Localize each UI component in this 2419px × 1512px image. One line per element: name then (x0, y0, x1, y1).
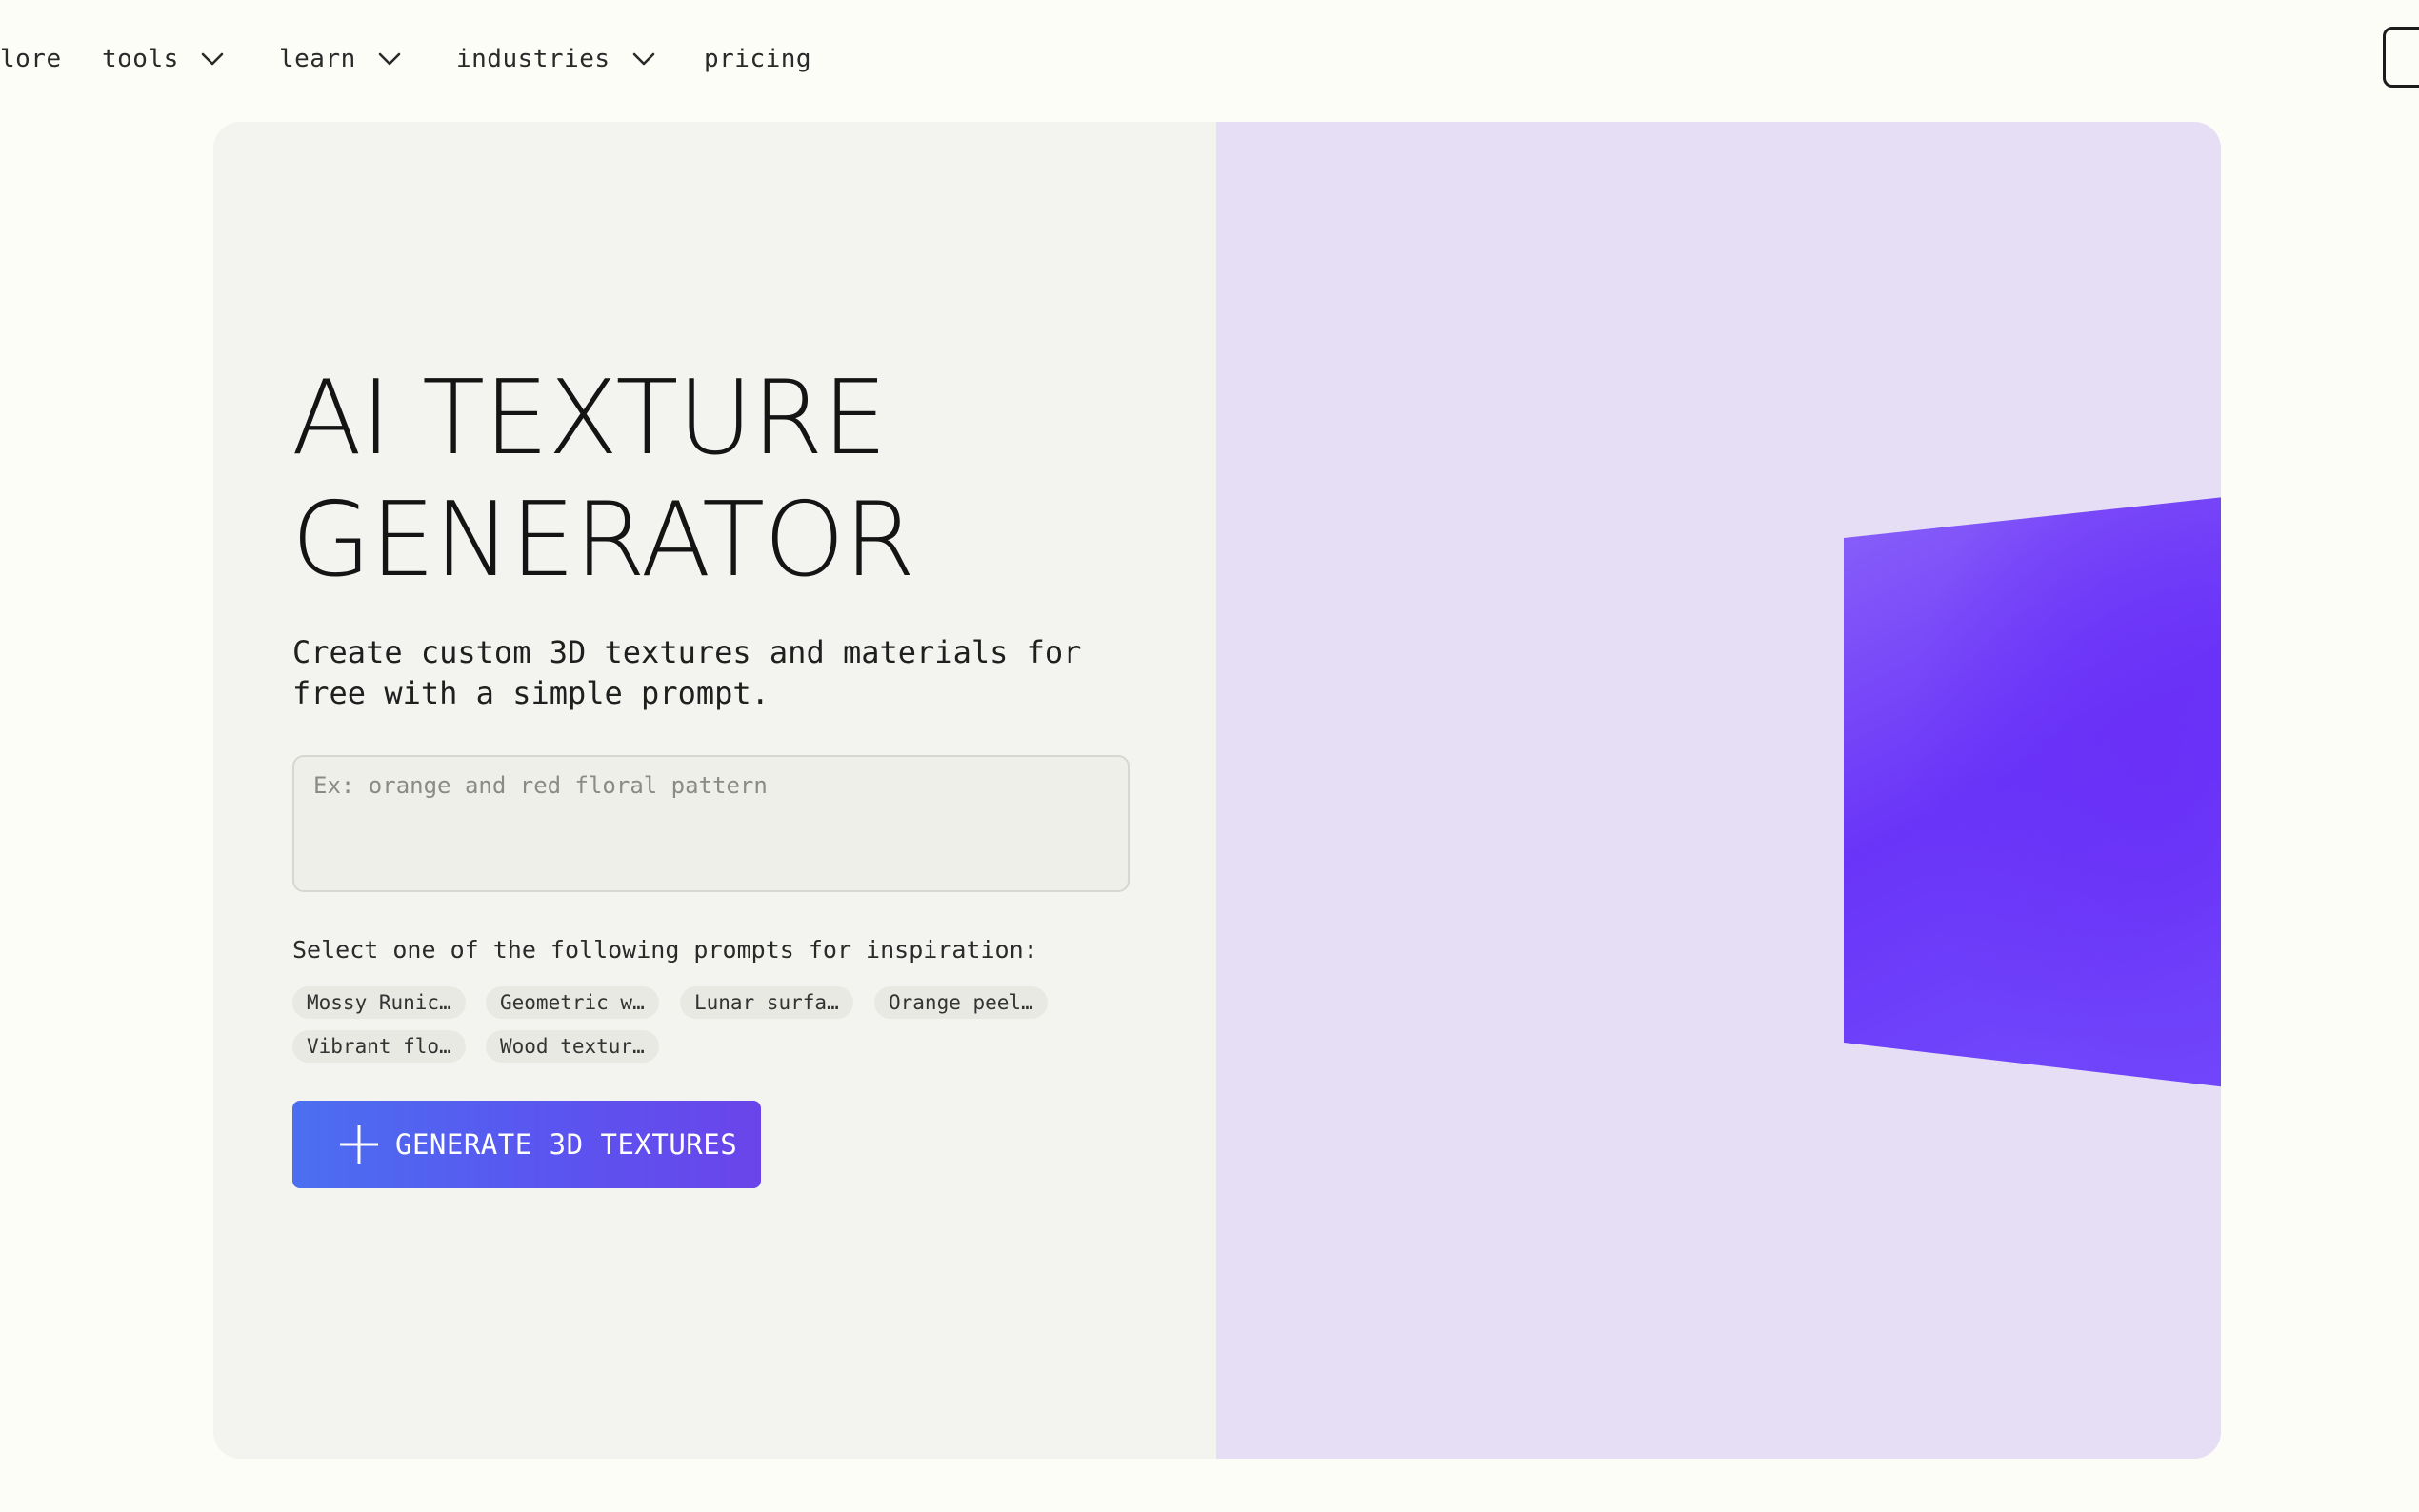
nav-item-label: pricing (704, 45, 812, 73)
prompt-input[interactable] (292, 755, 1130, 892)
hero-card: AI TEXTURE GENERATOR Create custom 3D te… (213, 122, 2221, 1459)
chevron-down-icon (632, 52, 654, 66)
nav-item-learn[interactable]: learn (279, 40, 402, 78)
nav-item-label: lore (0, 45, 62, 73)
prompt-chip[interactable]: Geometric w… (486, 986, 659, 1019)
nav-item-label: industries (456, 45, 610, 73)
nav-item-label: tools (102, 45, 179, 73)
prompt-chip[interactable]: Vibrant flo… (292, 1030, 466, 1063)
nav-item-pricing[interactable]: pricing (704, 40, 811, 78)
plus-icon (340, 1125, 378, 1164)
cube-front-shading (1844, 497, 2221, 1087)
prompt-chip[interactable]: Lunar surfa… (680, 986, 853, 1019)
inspiration-label: Select one of the following prompts for … (292, 936, 1038, 964)
top-navigation: lore tools learn industries pricing (0, 0, 2419, 118)
title-line-1: AI TEXTURE (291, 359, 888, 478)
cube-preview[interactable] (1216, 122, 2221, 1459)
chevron-down-icon (378, 52, 401, 66)
title-line-2: GENERATOR (291, 481, 915, 600)
generate-3d-textures-button[interactable]: GENERATE 3D TEXTURES (292, 1101, 761, 1188)
nav-item-explore[interactable]: lore (0, 40, 62, 78)
prompt-chip[interactable]: Wood textur… (486, 1030, 659, 1063)
texture-preview-panel[interactable] (1216, 122, 2221, 1459)
hero-subtitle: Create custom 3D textures and materials … (292, 634, 1082, 711)
nav-item-label: learn (279, 45, 356, 73)
chevron-down-icon (201, 52, 224, 66)
page-title: AI TEXTURE GENERATOR (291, 358, 915, 602)
generate-button-label: GENERATE 3D TEXTURES (395, 1128, 738, 1161)
prompt-chip[interactable]: Orange peel… (874, 986, 1048, 1019)
header-action-button[interactable] (2383, 27, 2419, 88)
hero-left-panel: AI TEXTURE GENERATOR Create custom 3D te… (213, 122, 1216, 1459)
nav-item-tools[interactable]: tools (102, 40, 225, 78)
nav-item-industries[interactable]: industries (456, 40, 656, 78)
prompt-chip[interactable]: Mossy Runic… (292, 986, 466, 1019)
